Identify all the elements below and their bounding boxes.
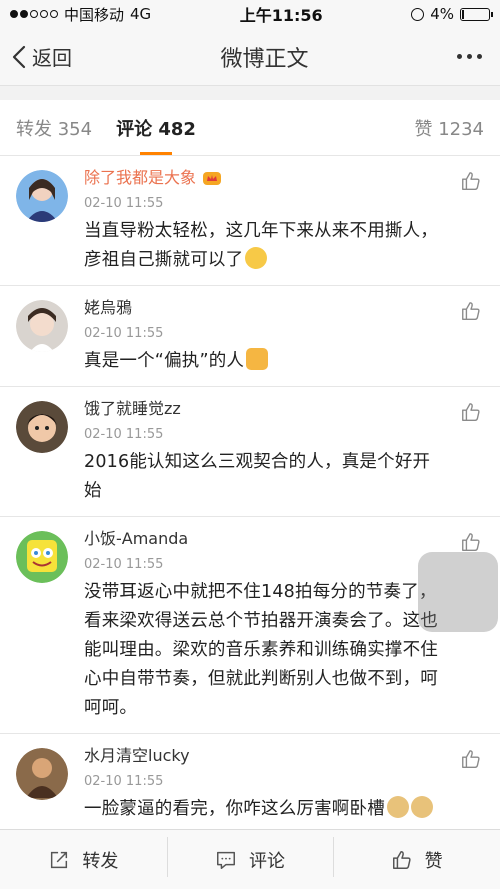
tab-comments[interactable]: 评论 482 bbox=[116, 100, 196, 155]
like-thumb-icon[interactable] bbox=[460, 300, 482, 322]
doge-emoji-icon bbox=[410, 796, 433, 818]
assistive-touch-button[interactable] bbox=[418, 552, 498, 632]
repost-button[interactable]: 转发 bbox=[0, 847, 167, 873]
comment-list: 除了我都是大象 02-10 11:55 当直导粉太轻松，这几年下来从来不用撕人，… bbox=[0, 156, 500, 829]
more-options-icon[interactable] bbox=[456, 54, 488, 59]
comment-author[interactable]: 姥烏鴉 bbox=[84, 298, 132, 318]
list-item: 水月清空lucky 02-10 11:55 一脸蒙逼的看完，你咋这么厉害啊卧槽 bbox=[0, 734, 500, 829]
back-label: 返回 bbox=[32, 46, 72, 70]
list-item: 除了我都是大象 02-10 11:55 当直导粉太轻松，这几年下来从来不用撕人，… bbox=[0, 156, 500, 286]
signal-strength-icon bbox=[10, 10, 58, 18]
comment-time: 02-10 11:55 bbox=[84, 196, 164, 211]
avatar[interactable] bbox=[16, 748, 68, 800]
like-thumb-icon[interactable] bbox=[460, 170, 482, 192]
like-thumb-icon[interactable] bbox=[460, 401, 482, 423]
section-gap bbox=[0, 86, 500, 100]
doge-emoji-icon bbox=[386, 796, 409, 818]
avatar[interactable] bbox=[16, 401, 68, 453]
thumbs-up-emoji-icon bbox=[246, 348, 269, 370]
avatar[interactable] bbox=[16, 531, 68, 583]
bottom-toolbar: 转发 评论 赞 bbox=[0, 829, 500, 889]
chevron-left-icon bbox=[12, 45, 26, 68]
comment-time: 02-10 11:55 bbox=[84, 427, 164, 442]
list-item: 姥烏鴉 02-10 11:55 真是一个“偏执”的人 bbox=[0, 286, 500, 387]
rotation-lock-icon bbox=[411, 7, 425, 21]
thumbs-up-icon bbox=[392, 850, 411, 869]
network-type: 4G bbox=[130, 5, 152, 23]
comment-time: 02-10 11:55 bbox=[84, 774, 164, 789]
comment-text: 2016能认知这么三观契合的人，真是个好开始 bbox=[84, 452, 431, 501]
comment-author[interactable]: 饿了就睡觉zz bbox=[84, 399, 181, 419]
battery-percent: 4% bbox=[430, 5, 454, 23]
share-icon bbox=[51, 851, 68, 868]
repost-label: 转发 bbox=[82, 850, 119, 872]
page-title: 微博正文 bbox=[220, 46, 309, 72]
comment-text: 一脸蒙逼的看完，你咋这么厉害啊卧槽 bbox=[84, 799, 385, 819]
carrier: 中国移动 bbox=[64, 5, 125, 24]
comment-time: 02-10 11:55 bbox=[84, 326, 164, 341]
tab-bar: 转发 354 评论 482 赞 1234 bbox=[0, 100, 500, 156]
comment-button[interactable]: 评论 bbox=[166, 836, 334, 877]
tab-likes[interactable]: 赞 1234 bbox=[414, 100, 484, 155]
navigation-bar: 返回 微博正文 bbox=[0, 28, 500, 86]
like-thumb-icon[interactable] bbox=[460, 531, 482, 553]
like-button[interactable]: 赞 bbox=[333, 836, 500, 877]
comment-author[interactable]: 小饭-Amanda bbox=[84, 529, 188, 549]
comment-text: 真是一个“偏执”的人 bbox=[84, 351, 245, 371]
tab-reposts[interactable]: 转发 354 bbox=[16, 100, 92, 155]
list-item: 饿了就睡觉zz 02-10 11:55 2016能认知这么三观契合的人，真是个好… bbox=[0, 387, 500, 517]
back-button[interactable]: 返回 bbox=[12, 42, 72, 71]
like-thumb-icon[interactable] bbox=[460, 748, 482, 770]
comment-icon bbox=[217, 851, 235, 869]
comment-text: 没带耳返心中就把不住148拍每分的节奏了，看来梁欢得送云总个节拍器开演奏会了。这… bbox=[84, 582, 438, 718]
battery-icon bbox=[459, 7, 493, 21]
vip-crown-icon bbox=[203, 172, 222, 185]
like-label: 赞 bbox=[424, 850, 443, 872]
comment-author[interactable]: 水月清空lucky bbox=[84, 746, 190, 766]
status-bar: 中国移动 4G 上午11:56 4% bbox=[0, 0, 500, 28]
avatar[interactable] bbox=[16, 300, 68, 352]
kiss-emoji-icon bbox=[245, 247, 268, 269]
avatar[interactable] bbox=[16, 170, 68, 222]
clock: 上午11:56 bbox=[239, 6, 323, 25]
comment-label: 评论 bbox=[249, 850, 285, 872]
comment-author[interactable]: 除了我都是大象 bbox=[84, 168, 196, 188]
comment-time: 02-10 11:55 bbox=[84, 557, 164, 572]
